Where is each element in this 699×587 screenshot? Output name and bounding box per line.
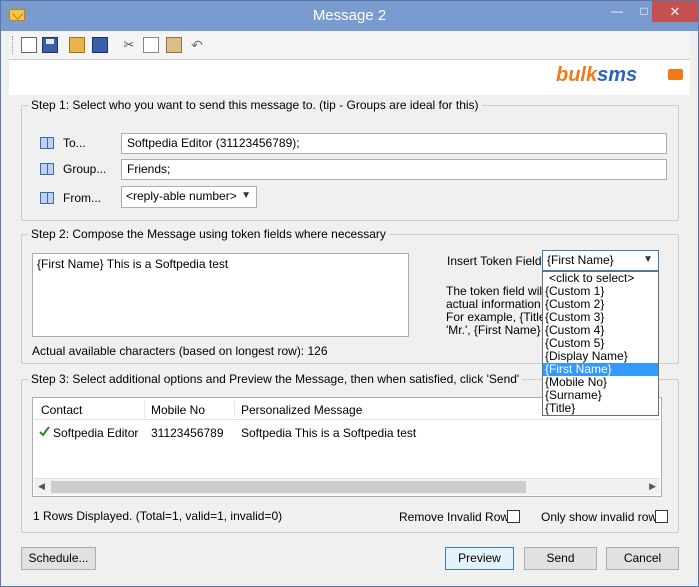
horizontal-scrollbar[interactable]: ◀ ▶ <box>34 478 660 495</box>
group-label[interactable]: Group... <box>63 162 106 176</box>
remove-invalid-label[interactable]: Remove Invalid Rows <box>399 510 515 524</box>
scroll-thumb[interactable] <box>51 481 526 493</box>
insert-token-value: {First Name} <box>547 253 614 267</box>
bulksms-logo: bulksms <box>556 64 638 86</box>
token-help-text: The token field will b actual informatio… <box>446 285 542 337</box>
toolbar-grip[interactable] <box>12 36 15 54</box>
only-invalid-checkbox[interactable] <box>655 510 668 523</box>
token-dropdown-list[interactable]: <click to select> {Custom 1} {Custom 2} … <box>542 271 659 416</box>
scroll-right-icon[interactable]: ▶ <box>649 481 656 492</box>
row-mobile[interactable]: 31123456789 <box>151 426 224 440</box>
rows-status: 1 Rows Displayed. (Total=1, valid=1, inv… <box>33 509 283 523</box>
dropdown-option[interactable]: {Title} <box>543 402 658 415</box>
from-select-value: <reply-able number> <box>126 189 237 203</box>
group-field[interactable]: Friends; <box>121 159 667 180</box>
save-icon[interactable] <box>42 37 58 53</box>
copy-icon[interactable] <box>143 37 159 53</box>
schedule-button[interactable]: Schedule... <box>21 547 96 570</box>
insert-token-label: Insert Token Field: <box>447 254 545 268</box>
title-bar[interactable]: Message 2 — □ ✕ <box>1 1 698 31</box>
toolbar: ✂ ↶ <box>9 31 690 60</box>
message-window: Message 2 — □ ✕ ✂ ↶ bulksms Step 1: Sele… <box>0 0 699 587</box>
chevron-down-icon: ▼ <box>643 254 653 265</box>
new-document-icon[interactable] <box>21 37 37 53</box>
open-folder-icon[interactable] <box>69 37 85 53</box>
chevron-down-icon: ▼ <box>241 190 251 201</box>
scroll-left-icon[interactable]: ◀ <box>38 481 45 492</box>
window-title: Message 2 <box>312 7 387 24</box>
insert-token-select[interactable]: {First Name} ▼ <box>542 250 659 271</box>
cut-icon[interactable]: ✂ <box>121 37 137 53</box>
save-all-icon[interactable] <box>92 37 108 53</box>
minimize-button[interactable]: — <box>603 1 631 22</box>
to-field[interactable]: Softpedia Editor (31123456789); <box>121 133 667 154</box>
close-button[interactable]: ✕ <box>652 1 698 22</box>
from-label[interactable]: From... <box>63 191 101 205</box>
column-header-contact[interactable]: Contact <box>41 403 82 417</box>
column-header-message[interactable]: Personalized Message <box>241 403 362 417</box>
preview-button[interactable]: Preview <box>445 547 514 570</box>
paste-icon[interactable] <box>166 37 182 53</box>
available-characters: Actual available characters (based on lo… <box>32 344 328 358</box>
only-invalid-label[interactable]: Only show invalid rows <box>541 510 663 524</box>
logo-envelope-icon <box>668 69 683 80</box>
column-header-mobile[interactable]: Mobile No <box>151 403 205 417</box>
column-divider[interactable] <box>234 401 235 418</box>
send-button[interactable]: Send <box>524 547 597 570</box>
row-message[interactable]: Softpedia This is a Softpedia test <box>241 426 416 440</box>
address-book-icon[interactable] <box>40 163 54 175</box>
valid-check-icon <box>39 426 50 437</box>
to-label[interactable]: To... <box>63 136 86 150</box>
address-book-icon[interactable] <box>40 192 54 204</box>
column-divider[interactable] <box>144 401 145 418</box>
step2-legend: Step 2: Compose the Message using token … <box>28 227 389 241</box>
step3-legend: Step 3: Select additional options and Pr… <box>28 372 523 386</box>
from-select[interactable]: <reply-able number> ▼ <box>121 186 257 208</box>
undo-icon[interactable]: ↶ <box>189 37 205 53</box>
address-book-icon[interactable] <box>40 137 54 149</box>
cancel-button[interactable]: Cancel <box>606 547 679 570</box>
message-editor[interactable]: {First Name} This is a Softpedia test <box>32 253 409 337</box>
remove-invalid-checkbox[interactable] <box>507 510 520 523</box>
step1-legend: Step 1: Select who you want to send this… <box>28 98 482 112</box>
row-contact[interactable]: Softpedia Editor <box>53 426 138 440</box>
